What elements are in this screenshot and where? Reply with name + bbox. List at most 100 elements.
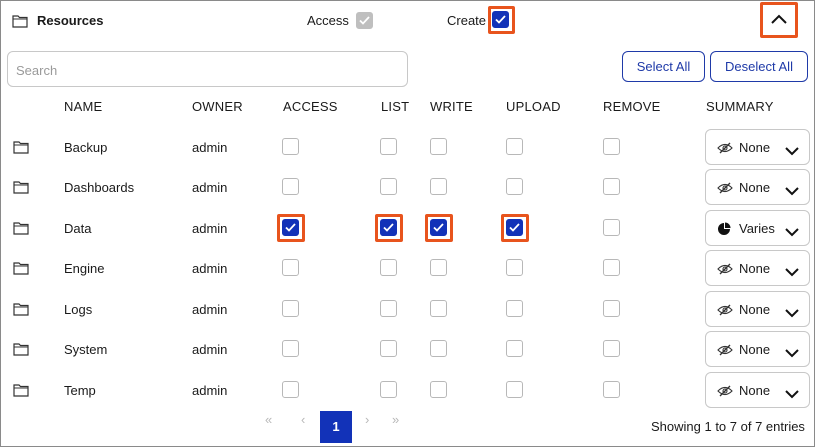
check-icon <box>495 15 506 24</box>
resource-owner: admin <box>192 180 228 195</box>
remove-checkbox[interactable] <box>603 340 620 357</box>
summary-icon <box>717 384 733 403</box>
list-checkbox[interactable] <box>380 138 397 155</box>
select-all-button[interactable]: Select All <box>622 51 705 82</box>
folder-icon-wrapper <box>13 221 29 240</box>
upload-checkbox[interactable] <box>506 178 523 195</box>
write-checkbox[interactable] <box>430 178 447 195</box>
remove-checkbox[interactable] <box>603 138 620 155</box>
access-checkbox[interactable] <box>282 381 299 398</box>
collapse-button[interactable] <box>765 7 793 33</box>
chevron-down-icon <box>785 147 799 156</box>
summary-value: None <box>739 302 771 317</box>
write-checkbox[interactable] <box>430 259 447 276</box>
list-checkbox[interactable] <box>380 259 397 276</box>
remove-checkbox[interactable] <box>603 178 620 195</box>
column-header-upload: UPLOAD <box>506 99 561 114</box>
summary-value: None <box>739 180 771 195</box>
list-checkbox[interactable] <box>380 340 397 357</box>
panel-title: Resources <box>37 13 104 28</box>
summary-dropdown[interactable]: None <box>705 331 810 367</box>
upload-checkbox[interactable] <box>506 340 523 357</box>
prev-page-button[interactable]: ‹ <box>301 412 305 427</box>
remove-checkbox[interactable] <box>603 219 620 236</box>
next-page-button[interactable]: › <box>365 412 369 427</box>
chevron-down-icon-wrapper <box>784 264 800 282</box>
access-checkbox[interactable] <box>282 178 299 195</box>
summary-icon <box>717 303 733 322</box>
access-checkbox[interactable] <box>282 300 299 317</box>
remove-checkbox[interactable] <box>603 259 620 276</box>
folder-icon-wrapper <box>13 302 29 321</box>
check-icon <box>359 16 370 25</box>
check-icon <box>383 223 394 232</box>
summary-dropdown[interactable]: None <box>705 372 810 408</box>
summary-value: None <box>739 140 771 155</box>
summary-icon <box>717 343 733 362</box>
write-checkbox[interactable] <box>430 381 447 398</box>
summary-icon <box>717 181 733 200</box>
list-checkbox[interactable] <box>380 219 397 236</box>
deselect-all-button[interactable]: Deselect All <box>710 51 808 82</box>
check-icon <box>433 223 444 232</box>
write-checkbox[interactable] <box>430 300 447 317</box>
eye-slash-icon <box>717 263 733 275</box>
resource-name: Engine <box>64 261 105 276</box>
first-page-button[interactable]: « <box>265 412 272 427</box>
write-checkbox[interactable] <box>430 138 447 155</box>
upload-checkbox[interactable] <box>506 300 523 317</box>
search-input[interactable]: Search <box>7 51 408 87</box>
folder-icon <box>13 262 29 275</box>
check-icon <box>509 223 520 232</box>
entries-info: Showing 1 to 7 of 7 entries <box>651 419 805 434</box>
list-checkbox[interactable] <box>380 178 397 195</box>
upload-checkbox[interactable] <box>506 381 523 398</box>
eye-slash-icon <box>717 344 733 356</box>
column-header-access: ACCESS <box>283 99 338 114</box>
chevron-down-icon <box>785 268 799 277</box>
eye-slash-icon <box>717 182 733 194</box>
summary-dropdown[interactable]: None <box>705 250 810 286</box>
header-access-checkbox[interactable] <box>356 12 373 29</box>
page-1-button[interactable]: 1 <box>320 411 352 443</box>
chevron-down-icon <box>785 228 799 237</box>
column-header-owner: OWNER <box>192 99 243 114</box>
resource-name: Dashboards <box>64 180 135 195</box>
folder-icon-wrapper <box>13 383 29 402</box>
write-checkbox[interactable] <box>430 219 447 236</box>
chevron-down-icon <box>785 309 799 318</box>
resource-name: Data <box>64 221 92 236</box>
list-checkbox[interactable] <box>380 300 397 317</box>
folder-icon-wrapper <box>13 140 29 159</box>
chevron-down-icon <box>785 349 799 358</box>
eye-slash-icon <box>717 304 733 316</box>
access-checkbox[interactable] <box>282 219 299 236</box>
summary-dropdown[interactable]: Varies <box>705 210 810 246</box>
upload-checkbox[interactable] <box>506 138 523 155</box>
summary-dropdown[interactable]: None <box>705 291 810 327</box>
eye-slash-icon <box>717 142 733 154</box>
summary-dropdown[interactable]: None <box>705 129 810 165</box>
write-checkbox[interactable] <box>430 340 447 357</box>
summary-value: None <box>739 383 771 398</box>
access-checkbox[interactable] <box>282 340 299 357</box>
column-header-list: LIST <box>381 99 410 114</box>
list-checkbox[interactable] <box>380 381 397 398</box>
access-checkbox[interactable] <box>282 138 299 155</box>
upload-checkbox[interactable] <box>506 219 523 236</box>
header-create-checkbox[interactable] <box>492 11 509 28</box>
folder-icon <box>13 222 29 235</box>
resource-name: Backup <box>64 140 108 155</box>
access-checkbox[interactable] <box>282 259 299 276</box>
resource-owner: admin <box>192 221 228 236</box>
last-page-button[interactable]: » <box>392 412 399 427</box>
resource-name: System <box>64 342 108 357</box>
summary-value: None <box>739 261 771 276</box>
pie-chart-icon <box>718 222 731 235</box>
chevron-down-icon-wrapper <box>784 183 800 201</box>
resources-panel: Resources Access Create Search Select Al… <box>0 0 815 447</box>
upload-checkbox[interactable] <box>506 259 523 276</box>
remove-checkbox[interactable] <box>603 300 620 317</box>
summary-dropdown[interactable]: None <box>705 169 810 205</box>
remove-checkbox[interactable] <box>603 381 620 398</box>
